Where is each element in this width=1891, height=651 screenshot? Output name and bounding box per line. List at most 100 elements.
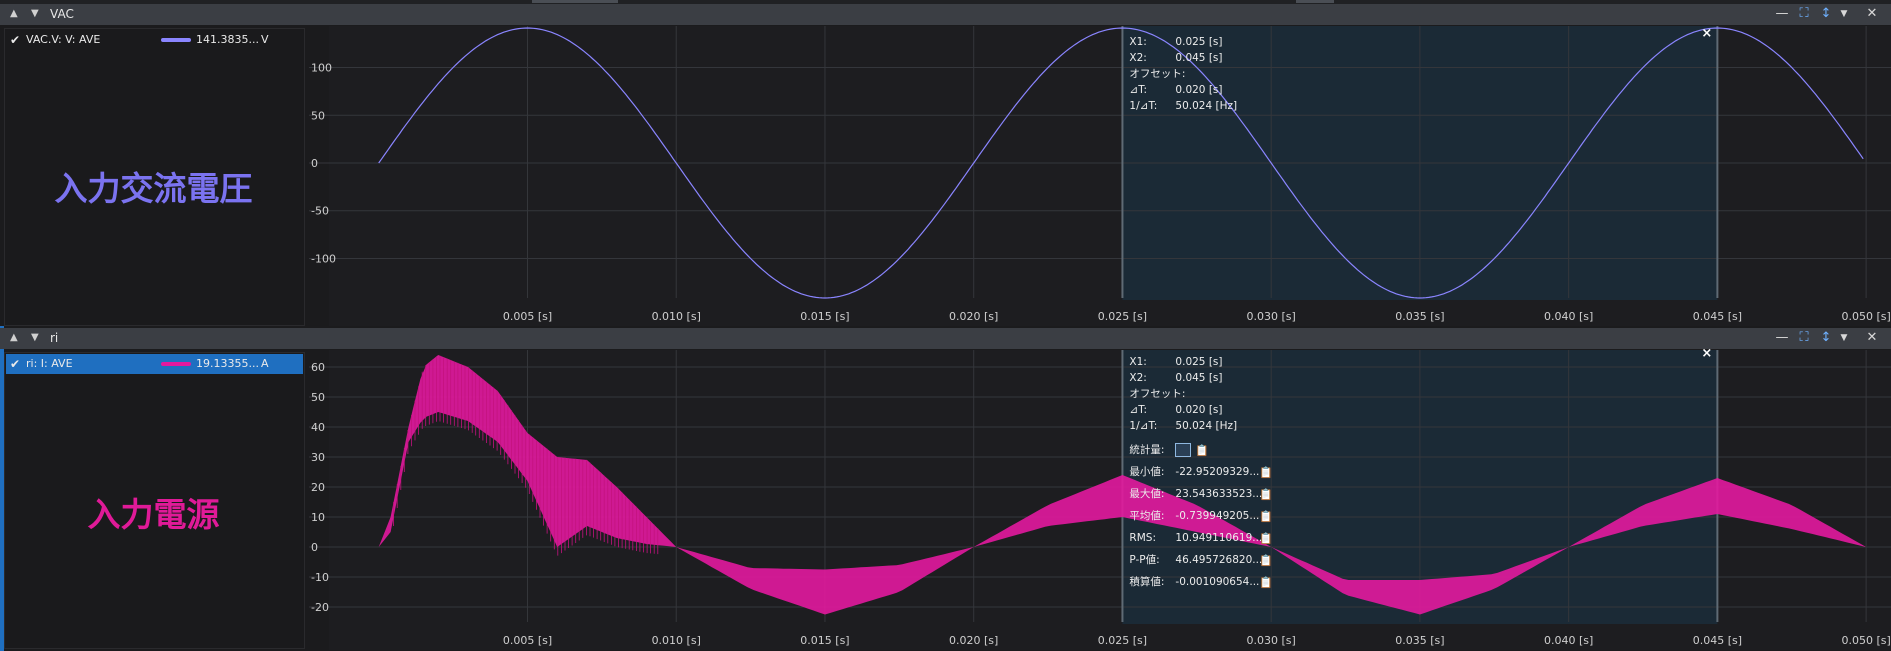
stat-label: 積算値: xyxy=(1129,576,1165,588)
legend-item-unit: V xyxy=(261,33,269,46)
copy-value-icon[interactable]: 📋 xyxy=(1259,531,1273,545)
vac-plot[interactable]: 0.005 [s] 0.010 [s] 0.015 [s] 0.020 [s] 0.02… xyxy=(309,26,1891,326)
minimize-icon[interactable]: — xyxy=(1773,330,1791,346)
dropdown-icon[interactable]: ▼ xyxy=(1835,330,1853,346)
collapse-up-icon[interactable]: ▲ xyxy=(10,7,18,21)
x-tick-label: 0.035 [s] xyxy=(1395,634,1444,647)
legend-item-ri[interactable]: ✔ ri: I: AVE 19.13355... A xyxy=(6,354,303,374)
clipboard-icon[interactable]: 📋 xyxy=(1195,443,1209,457)
copy-value-icon[interactable]: 📋 xyxy=(1259,575,1273,589)
stat-label: 最小値: xyxy=(1129,466,1165,478)
stat-label: RMS: xyxy=(1129,532,1156,544)
copy-value-icon[interactable]: 📋 xyxy=(1259,553,1273,567)
legend-item-vac[interactable]: ✔ VAC.V: V: AVE 141.3835... V xyxy=(6,30,303,50)
x-tick-label: 0.025 [s] xyxy=(1098,310,1147,323)
y-tick-label: -10 xyxy=(311,571,329,584)
fit-vertical-icon[interactable]: ↕ xyxy=(1817,330,1835,346)
stat-value: -0.739949205... xyxy=(1175,510,1260,522)
cursor-info-value: 50.024 [Hz] xyxy=(1175,100,1238,112)
copy-value-icon[interactable]: 📋 xyxy=(1259,487,1273,501)
legend-item-name: ri: I: AVE xyxy=(26,357,73,370)
annotation-text: 入力交流電圧 xyxy=(54,169,253,208)
x-tick-label: 0.035 [s] xyxy=(1395,310,1444,323)
dropdown-icon[interactable]: ▼ xyxy=(1835,6,1853,22)
x-tick-label: 0.050 [s] xyxy=(1841,310,1890,323)
panel-header: ▲ ▼ ri — ⛶ ↕ ▼ ✕ xyxy=(0,328,1891,349)
cursor-info-panel: X1: 0.025 [s] X2: 0.045 [s] オフセット: ⊿T: 0.020 [… xyxy=(1129,34,1329,114)
stat-label: 平均値: xyxy=(1129,510,1165,522)
stats-table-icon[interactable] xyxy=(1175,443,1192,457)
series-swatch xyxy=(161,362,191,366)
stat-value: 23.543633523... xyxy=(1175,488,1263,500)
y-tick-label: 30 xyxy=(311,451,325,464)
x-tick-label: 0.005 [s] xyxy=(503,634,552,647)
close-icon[interactable]: ✕ xyxy=(1863,330,1881,346)
chevron-down-icon[interactable]: ▼ xyxy=(31,7,39,21)
y-tick-label: 20 xyxy=(311,481,325,494)
fit-all-icon[interactable]: ⛶ xyxy=(1795,330,1813,346)
x-tick-label: 0.050 [s] xyxy=(1841,634,1890,647)
cursor-info-value: 50.024 [Hz] xyxy=(1175,420,1238,432)
y-tick-label: 50 xyxy=(311,109,325,122)
checkbox-icon[interactable]: ✔ xyxy=(10,30,20,50)
x-tick-label: 0.005 [s] xyxy=(503,310,552,323)
x-tick-label: 0.025 [s] xyxy=(1098,634,1147,647)
stat-value: 46.495726820... xyxy=(1175,554,1263,566)
fit-all-icon[interactable]: ⛶ xyxy=(1795,6,1813,22)
y-tick-label: -100 xyxy=(311,252,336,265)
cursor-info-value: 0.045 [s] xyxy=(1175,372,1223,384)
panel-title: ri xyxy=(50,331,59,345)
y-tick-label: -50 xyxy=(311,205,329,218)
cursor-info-value: 0.020 [s] xyxy=(1175,84,1223,96)
x-tick-label: 0.030 [s] xyxy=(1247,310,1296,323)
stats-label: 統計量: xyxy=(1129,444,1165,456)
x-tick-label: 0.040 [s] xyxy=(1544,634,1593,647)
panel-title: VAC xyxy=(50,7,74,21)
fit-vertical-icon[interactable]: ↕ xyxy=(1817,6,1835,22)
cursor-info-label: 1/⊿T: xyxy=(1129,100,1158,112)
cursor-close-icon[interactable]: × xyxy=(1701,346,1712,361)
minimize-icon[interactable]: — xyxy=(1773,6,1791,22)
stat-value: -22.95209329... xyxy=(1175,466,1260,478)
stat-label: P-P値: xyxy=(1129,554,1160,566)
y-tick-label: 0 xyxy=(311,157,318,170)
panel-vac: ▲ ▼ VAC — ⛶ ↕ ▼ ✕ ✔ VAC.V: V: AVE 141.38… xyxy=(0,4,1891,326)
cursor-info-value: 0.020 [s] xyxy=(1175,404,1223,416)
x-tick-label: 0.015 [s] xyxy=(800,634,849,647)
y-tick-label: 100 xyxy=(311,62,332,75)
x-tick-label: 0.045 [s] xyxy=(1693,310,1742,323)
cursor-info-label: 1/⊿T: xyxy=(1129,420,1158,432)
cursor-close-icon[interactable]: × xyxy=(1701,26,1712,41)
cursor-info-label: ⊿T: xyxy=(1129,84,1148,96)
y-tick-label: 10 xyxy=(311,511,325,524)
cursor-info-label: オフセット: xyxy=(1129,68,1186,80)
x-tick-label: 0.045 [s] xyxy=(1693,634,1742,647)
checkbox-icon[interactable]: ✔ xyxy=(10,354,20,374)
x-tick-label: 0.010 [s] xyxy=(652,310,701,323)
legend-item-value: 19.13355... xyxy=(196,357,259,370)
series-swatch xyxy=(161,38,191,42)
cursor-info-label: ⊿T: xyxy=(1129,404,1148,416)
ri-plot[interactable]: 0.005 [s] 0.010 [s] 0.015 [s] 0.020 [s] 0.02… xyxy=(309,350,1891,650)
cursor-info-panel: X1: 0.025 [s] X2: 0.045 [s] オフセット: ⊿T: 0.020 [… xyxy=(1129,354,1329,596)
cursor-info-label: X2: xyxy=(1129,52,1147,64)
collapse-up-icon[interactable]: ▲ xyxy=(10,331,18,345)
x-tick-label: 0.020 [s] xyxy=(949,634,998,647)
stat-value: -0.001090654... xyxy=(1175,576,1260,588)
legend-item-value: 141.3835... xyxy=(196,33,259,46)
x-tick-label: 0.030 [s] xyxy=(1247,634,1296,647)
copy-value-icon[interactable]: 📋 xyxy=(1259,509,1273,523)
panel-ri: ▲ ▼ ri — ⛶ ↕ ▼ ✕ ✔ ri: I: AVE 19.13355..… xyxy=(0,328,1891,651)
close-icon[interactable]: ✕ xyxy=(1863,6,1881,22)
y-tick-label: 50 xyxy=(311,391,325,404)
annotation-text: 入力電源 xyxy=(87,495,220,534)
y-tick-label: 60 xyxy=(311,361,325,374)
cursor-info-value: 0.025 [s] xyxy=(1175,356,1223,368)
x-tick-label: 0.010 [s] xyxy=(652,634,701,647)
stat-value: 10.949110619... xyxy=(1175,532,1263,544)
stat-label: 最大値: xyxy=(1129,488,1165,500)
chevron-down-icon[interactable]: ▼ xyxy=(31,331,39,345)
cursor-info-label: X1: xyxy=(1129,356,1147,368)
copy-value-icon[interactable]: 📋 xyxy=(1259,465,1273,479)
cursor-info-value: 0.045 [s] xyxy=(1175,52,1223,64)
